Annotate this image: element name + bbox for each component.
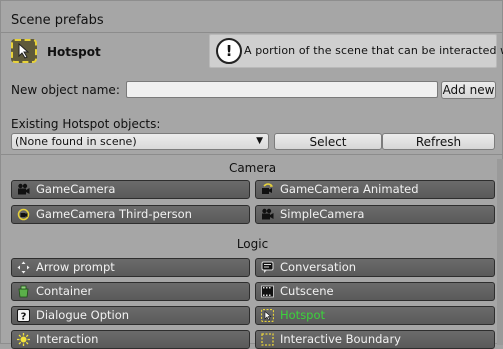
existing-objects-dropdown[interactable]: (None found in scene) ▼ [11, 133, 269, 150]
new-object-label: New object name: [11, 83, 120, 97]
prefab-button-interactive-boundary[interactable]: Interactive Boundary [255, 330, 495, 349]
new-object-name-input[interactable] [126, 81, 438, 98]
prefab-label: GameCamera [36, 182, 116, 196]
film-strip-icon [261, 285, 274, 298]
current-prefab-name: Hotspot [47, 45, 101, 59]
prefab-button-gamecamera-animated[interactable]: GameCamera Animated [255, 180, 495, 199]
dropdown-arrow-icon: ▼ [256, 136, 263, 146]
prefab-button-hotspot[interactable]: Hotspot [255, 306, 495, 325]
movie-camera-icon [261, 208, 274, 221]
dropdown-selected-value: (None found in scene) [15, 135, 137, 148]
container-icon [17, 285, 30, 298]
scene-prefabs-panel: Scene prefabs Hotspot ! A portion of the… [0, 0, 503, 349]
prefab-label: GameCamera Third-person [36, 207, 192, 221]
prefab-label: Dialogue Option [36, 308, 130, 322]
prefab-button-conversation[interactable]: Conversation [255, 258, 495, 277]
prefab-label: Hotspot [280, 308, 326, 322]
prefab-label: Container [36, 284, 93, 298]
prefab-button-cutscene[interactable]: Cutscene [255, 282, 495, 301]
prefab-label: Conversation [280, 260, 357, 274]
select-button[interactable]: Select [274, 133, 382, 150]
panel-title: Scene prefabs [11, 13, 104, 28]
hotspot-icon [11, 39, 37, 63]
section-divider [1, 154, 503, 155]
arrow-prompt-icon [17, 261, 30, 274]
prefab-button-simplecamera[interactable]: SimpleCamera [255, 205, 495, 224]
question-icon: ? [17, 309, 30, 323]
boundary-icon [261, 333, 274, 346]
help-text: A portion of the scene that can be inter… [244, 44, 503, 57]
existing-objects-label: Existing Hotspot objects: [11, 117, 161, 131]
movie-camera-icon [17, 183, 30, 196]
prefab-label: Arrow prompt [36, 260, 115, 274]
third-person-camera-icon [17, 208, 30, 221]
title-divider [1, 32, 503, 33]
exclamation-icon: ! [216, 38, 242, 64]
add-new-button[interactable]: Add new [441, 81, 496, 99]
prefab-button-container[interactable]: Container [11, 282, 250, 301]
prefab-button-arrow-prompt[interactable]: Arrow prompt [11, 258, 250, 277]
prefab-button-gamecamera-third-person[interactable]: GameCamera Third-person [11, 205, 250, 224]
svg-text:?: ? [21, 312, 27, 323]
prefab-label: Interactive Boundary [280, 332, 401, 346]
camera-section-header: Camera [228, 161, 277, 175]
prefab-button-interaction[interactable]: Interaction [11, 330, 250, 349]
prefab-label: SimpleCamera [280, 207, 365, 221]
refresh-button[interactable]: Refresh [382, 133, 495, 150]
prefab-label: GameCamera Animated [280, 182, 419, 196]
prefab-button-gamecamera[interactable]: GameCamera [11, 180, 250, 199]
animated-camera-icon [261, 183, 274, 196]
prefab-button-dialogue-option[interactable]: ? Dialogue Option [11, 306, 250, 325]
logic-section-header: Logic [236, 237, 269, 251]
hotspot-icon [260, 308, 275, 323]
prefab-label: Cutscene [280, 284, 334, 298]
sun-icon [17, 333, 30, 346]
speech-bubble-icon [261, 261, 274, 274]
help-box: ! A portion of the scene that can be int… [209, 34, 503, 68]
prefab-label: Interaction [36, 332, 99, 346]
scrollbar[interactable] [497, 159, 503, 345]
